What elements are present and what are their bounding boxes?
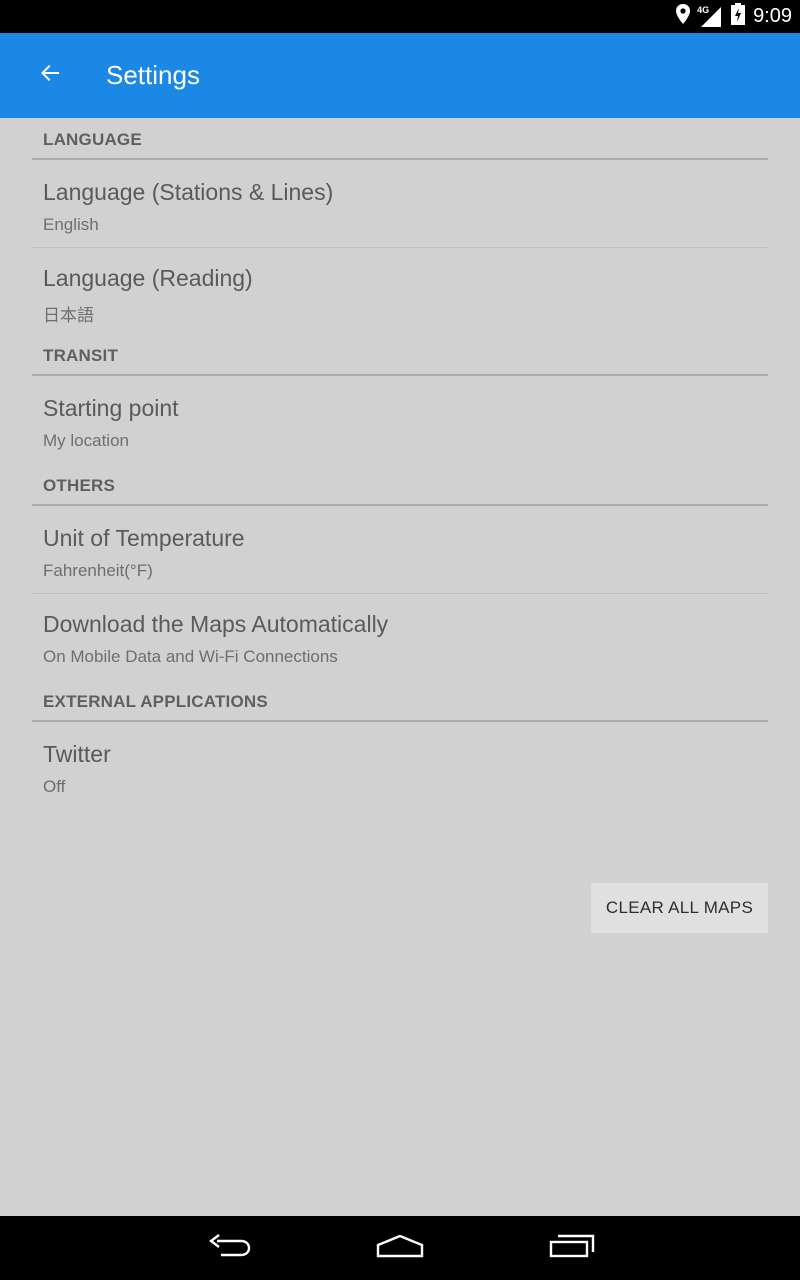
settings-list: LANGUAGE Language (Stations & Lines) Eng… (0, 118, 800, 1216)
location-icon (675, 3, 691, 30)
setting-title: Download the Maps Automatically (43, 611, 389, 637)
section-header-language: LANGUAGE (32, 130, 768, 160)
home-icon (375, 1233, 425, 1264)
setting-summary: On Mobile Data and Wi-Fi Connections (43, 647, 338, 666)
page-title: Settings (106, 60, 200, 90)
signal-icon: 4G (697, 4, 723, 28)
recents-icon (548, 1232, 596, 1265)
setting-title: Language (Reading) (43, 265, 253, 291)
setting-language-stations-lines[interactable]: Language (Stations & Lines) English (32, 162, 768, 248)
nav-home-button[interactable] (370, 1230, 430, 1266)
setting-summary: Fahrenheit(°F) (43, 561, 153, 580)
setting-title: Starting point (43, 395, 179, 421)
setting-title: Unit of Temperature (43, 525, 245, 551)
setting-summary: 日本語 (43, 306, 94, 325)
setting-title: Twitter (43, 741, 111, 767)
setting-twitter[interactable]: Twitter Off (32, 724, 768, 810)
nav-recents-button[interactable] (542, 1230, 602, 1266)
back-icon (207, 1233, 253, 1264)
setting-unit-of-temperature[interactable]: Unit of Temperature Fahrenheit(°F) (32, 508, 768, 594)
setting-summary: English (43, 215, 99, 234)
section-header-transit: TRANSIT (32, 346, 768, 376)
network-type-label: 4G (697, 4, 710, 15)
setting-summary: My location (43, 431, 129, 450)
status-bar: 4G 9:09 (0, 0, 800, 33)
setting-title: Language (Stations & Lines) (43, 179, 334, 205)
section-header-external-applications: EXTERNAL APPLICATIONS (32, 692, 768, 722)
nav-back-button[interactable] (200, 1230, 260, 1266)
arrow-left-icon (38, 61, 62, 90)
navigation-bar (0, 1216, 800, 1280)
section-header-others: OTHERS (32, 476, 768, 506)
setting-summary: Off (43, 777, 66, 796)
clear-all-maps-button[interactable]: CLEAR ALL MAPS (591, 883, 768, 933)
app-bar: Settings (0, 33, 800, 118)
setting-download-maps-automatically[interactable]: Download the Maps Automatically On Mobil… (32, 594, 768, 680)
setting-starting-point[interactable]: Starting point My location (32, 378, 768, 464)
clock: 9:09 (753, 5, 792, 27)
setting-language-reading[interactable]: Language (Reading) 日本語 (32, 248, 768, 334)
battery-icon (731, 3, 746, 30)
back-button[interactable] (32, 57, 68, 93)
status-icons: 4G 9:09 (675, 0, 792, 33)
